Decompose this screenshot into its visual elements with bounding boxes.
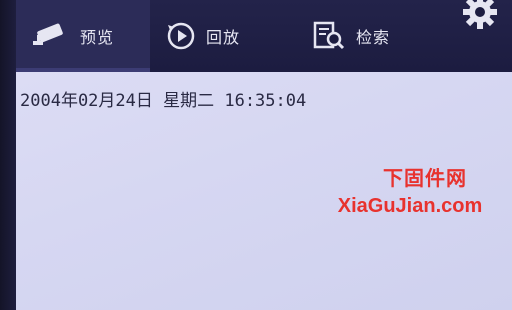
screen-bezel — [0, 0, 16, 310]
live-video-view[interactable]: 2004年02月24日 星期二 16:35:04 — [16, 72, 512, 310]
dvr-screen: 预览 回放 检索 2004年02月24日 星期二 16:35:04 下固件网 X… — [0, 0, 512, 310]
top-navigation-bar: 预览 回放 检索 — [16, 0, 512, 72]
camera-icon — [30, 21, 70, 51]
settings-button[interactable] — [460, 0, 500, 32]
tab-search[interactable]: 检索 — [312, 0, 442, 72]
search-document-icon — [312, 20, 346, 52]
tab-preview[interactable]: 预览 — [16, 0, 150, 72]
tab-playback-label: 回放 — [206, 28, 241, 47]
tab-playback[interactable]: 回放 — [166, 0, 276, 72]
osd-datetime: 2004年02月24日 星期二 16:35:04 — [20, 91, 307, 111]
tab-preview-label: 预览 — [80, 28, 115, 47]
tab-search-label: 检索 — [356, 28, 391, 47]
playback-icon — [166, 21, 196, 51]
gear-icon — [460, 0, 500, 36]
